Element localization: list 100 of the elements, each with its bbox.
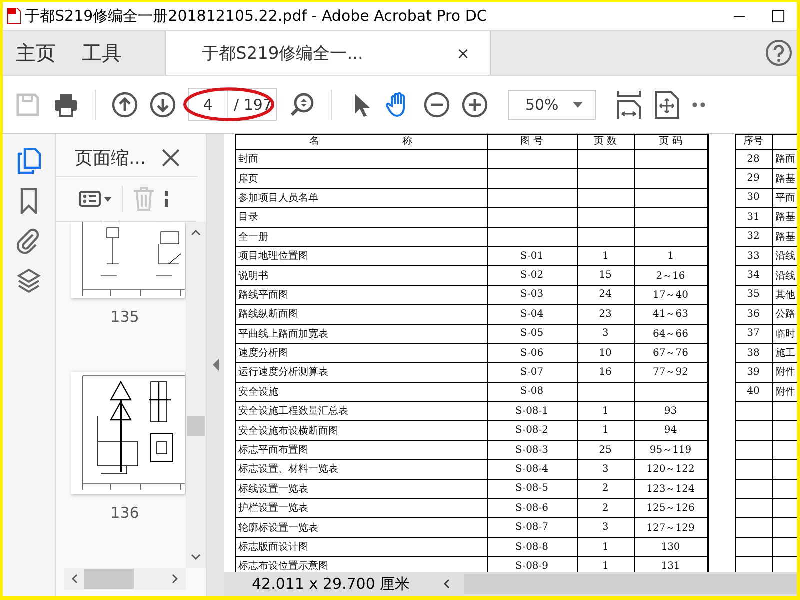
page-size-label: 42.011 x 29.700 厘米 (252, 574, 410, 594)
page-number-label: 135 (110, 308, 140, 326)
table-cell: S-08-5 (515, 483, 549, 494)
vertical-scrollbar[interactable] (186, 222, 206, 568)
table-cell: 93 (664, 406, 678, 417)
paperclip-icon[interactable] (17, 228, 41, 254)
table-cell: 24 (599, 289, 612, 300)
table-cell: 17～40 (653, 290, 688, 301)
table-cell: 公路 (776, 309, 796, 320)
more-icon[interactable] (692, 102, 706, 108)
table-cell: 1 (668, 250, 674, 262)
page-number-label: 136 (110, 504, 140, 522)
column-header: 名 称 (235, 134, 487, 150)
table-cell: 30 (747, 192, 760, 204)
layers-icon[interactable] (17, 268, 41, 294)
horizontal-scrollbar[interactable] (64, 568, 186, 590)
table-cell: S-08 (520, 386, 544, 398)
table-cell: 标志设置、材料一览表 (238, 464, 338, 476)
table-cell: S-08-1 (515, 406, 549, 417)
table-cell: 平曲线上路面加宽表 (238, 328, 328, 340)
column-header: 页 数 (577, 134, 634, 150)
print-icon[interactable] (53, 92, 79, 118)
table-cell: 1 (602, 406, 609, 417)
table-cell: 41～63 (653, 309, 688, 320)
scroll-left-icon[interactable] (72, 574, 78, 584)
table-cell: S-08-9 (515, 560, 549, 572)
table-cell: S-06 (520, 348, 544, 359)
zoom-out-icon[interactable] (424, 92, 450, 118)
options-button[interactable] (79, 191, 112, 207)
table-cell: 安全设施工程数量汇总表 (238, 406, 348, 418)
scroll-left-icon[interactable] (444, 579, 450, 589)
list-options-icon (79, 191, 101, 207)
more-icon[interactable] (165, 191, 168, 207)
table-cell: 40 (747, 386, 760, 398)
table-cell: 其他 (776, 290, 796, 301)
table-cell: S-03 (520, 289, 544, 300)
scroll-thumb[interactable] (84, 569, 134, 589)
table-cell: 护栏设置一览表 (238, 503, 308, 514)
zoom-search-icon[interactable] (289, 92, 316, 118)
table-cell: 38 (747, 348, 760, 359)
table-cell: 3 (602, 328, 609, 340)
fit-width-icon[interactable] (616, 90, 642, 120)
maximize-icon[interactable] (772, 10, 785, 22)
table-cell: 速度分析图 (238, 348, 288, 360)
table-cell: 2～16 (656, 270, 686, 282)
column-header: 页 码 (634, 134, 708, 150)
page-thumbnail[interactable] (71, 222, 185, 298)
table-cell: S-08-3 (515, 444, 549, 456)
table-cell: 131 (661, 560, 680, 572)
document-tab[interactable]: 于都S219修编全一... × (165, 31, 491, 75)
previous-page-icon[interactable] (112, 92, 138, 118)
table-cell: 1 (602, 542, 609, 552)
scroll-up-icon[interactable] (191, 230, 201, 236)
table-cell: 67～76 (653, 348, 688, 360)
table-cell: 路面 (776, 154, 796, 166)
table-cell: 125～126 (646, 503, 695, 514)
caret-icon (104, 196, 112, 202)
scroll-right-icon[interactable] (172, 574, 178, 584)
menu-tab[interactable]: 主页 (3, 31, 69, 75)
close-icon[interactable] (162, 149, 180, 167)
table-cell: S-08-2 (515, 425, 549, 436)
table-cell: 项目地理位置图 (238, 251, 308, 262)
table-cell: 标线设置一览表 (238, 484, 308, 495)
table-cell: 32 (747, 231, 760, 242)
panel-title: 页面缩... (75, 147, 146, 170)
scroll-thumb[interactable] (187, 416, 205, 436)
table-cell: 路基 (776, 232, 796, 243)
zoom-dropdown[interactable]: 50% (508, 90, 596, 120)
table-cell: 沿线 (776, 251, 796, 262)
zoom-in-icon[interactable] (462, 92, 488, 118)
page-thumbnail[interactable] (71, 372, 185, 494)
table-cell: 36 (747, 308, 760, 320)
table-cell: 标志版面设计图 (238, 542, 308, 553)
horizontal-scrollbar[interactable] (464, 574, 797, 594)
table-cell: S-07 (520, 366, 544, 378)
table-cell: 路基 (776, 212, 796, 224)
table-cell: 39 (747, 366, 760, 378)
pages-icon[interactable] (17, 148, 41, 174)
table-cell: 2 (602, 483, 609, 494)
table-cell: 33 (747, 250, 760, 262)
table-cell: 31 (747, 212, 760, 223)
caret-icon (573, 102, 584, 108)
scroll-down-icon[interactable] (191, 554, 201, 560)
fit-page-icon[interactable] (654, 90, 680, 120)
table-cell: 路线平面图 (238, 290, 288, 301)
table-cell: 目录 (238, 212, 258, 224)
table-cell: 15 (599, 270, 612, 282)
table-cell: 3 (602, 522, 609, 534)
collapse-panel-icon[interactable] (212, 359, 218, 371)
table-cell: 说明书 (238, 270, 268, 282)
table-cell: 1 (602, 250, 609, 262)
table-cell: 25 (599, 444, 612, 456)
table-cell: 1 (602, 425, 609, 436)
table-cell: 扉页 (238, 174, 258, 185)
table-cell: 127～129 (646, 522, 695, 534)
menu-tab[interactable]: 工具 (69, 31, 135, 75)
table-cell: 16 (599, 366, 612, 378)
next-page-icon[interactable] (150, 92, 176, 118)
help-icon[interactable] (765, 39, 793, 67)
table-cell: S-02 (520, 270, 544, 282)
